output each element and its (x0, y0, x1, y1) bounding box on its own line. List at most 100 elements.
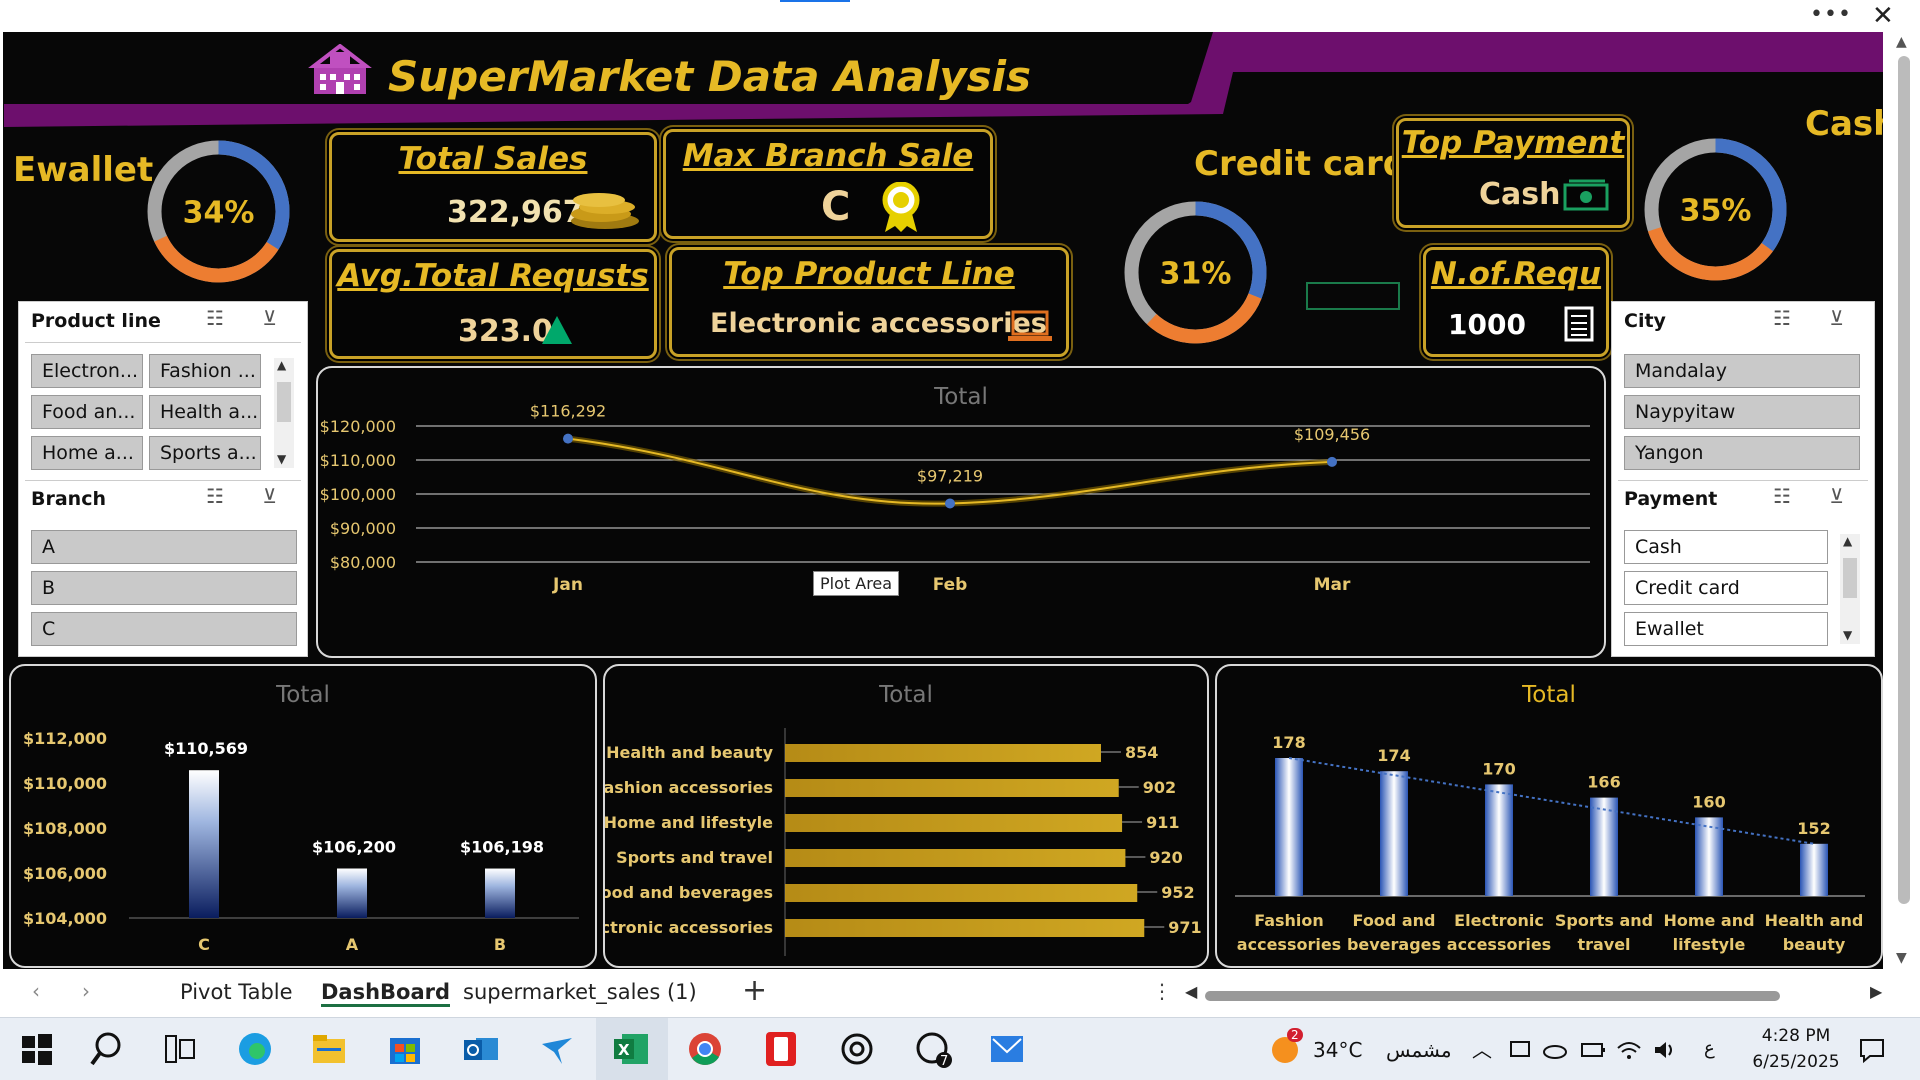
donut-percent-label: 31% (1160, 257, 1232, 292)
more-options-button[interactable]: ••• (1810, 2, 1852, 27)
y-tick-label: $104,000 (23, 909, 107, 928)
x-tick-label: Food and (1353, 911, 1436, 930)
data-label: 971 (1168, 918, 1201, 937)
scroll-up-icon[interactable]: ▲ (277, 358, 286, 372)
notifications-icon[interactable] (1858, 1036, 1886, 1064)
y-tick-label: Fashion accessories (605, 778, 773, 797)
x-tick-label: Feb (933, 575, 968, 595)
tab-dashboard[interactable]: DashBoard (321, 980, 451, 1007)
task-view-icon[interactable] (160, 1030, 198, 1068)
close-button[interactable]: ✕ (1872, 1, 1894, 31)
donut-percent-label: 34% (183, 196, 255, 231)
file-explorer-icon[interactable] (310, 1030, 348, 1068)
chevron-up-icon[interactable]: ︿ (1472, 1034, 1492, 1063)
bird-app-icon[interactable] (538, 1030, 576, 1068)
slicer-item-product[interactable]: Fashion ... (149, 354, 261, 388)
slicer-item-city[interactable]: Mandalay (1624, 354, 1860, 388)
plot-area-tooltip: Plot Area (813, 571, 900, 596)
slicer-clear-filter-icon[interactable]: ☷ ⊻ (206, 484, 293, 508)
x-tick-label: Electronic (1454, 911, 1544, 930)
column (1380, 771, 1408, 896)
data-label: 178 (1272, 733, 1305, 752)
prev-sheet-button[interactable]: ‹ (32, 979, 40, 1003)
scroll-left-icon[interactable]: ◀ (1185, 982, 1197, 1001)
x-tick-label: lifestyle (1673, 935, 1746, 954)
tab-pivot-table[interactable]: Pivot Table (180, 980, 293, 1004)
x-tick-label: beauty (1783, 935, 1846, 954)
product-hbar-chart-panel[interactable]: Total 854 Health and beauty 902 Fashion acc… (603, 664, 1209, 968)
chrome-icon[interactable] (686, 1030, 724, 1068)
next-sheet-button[interactable]: › (82, 979, 90, 1003)
search-icon[interactable] (88, 1030, 126, 1068)
scroll-down-icon[interactable]: ▼ (277, 452, 286, 466)
branch-bar-chart-panel[interactable]: Total $104,000 $106,000 $108,000 $110,000 $1… (9, 664, 597, 968)
scroll-down-icon[interactable]: ▼ (1896, 950, 1907, 966)
meet-now-icon[interactable] (1508, 1038, 1532, 1062)
horizontal-scrollbar-thumb[interactable] (1205, 991, 1780, 1001)
clock-date[interactable]: 6/25/2025 (1746, 1052, 1846, 1072)
wifi-icon[interactable] (1616, 1038, 1642, 1062)
column (1590, 797, 1618, 896)
slicer-item-product[interactable]: Home a... (31, 436, 143, 470)
scroll-right-icon[interactable]: ▶ (1870, 982, 1882, 1001)
outlook-icon[interactable] (462, 1030, 500, 1068)
laptop-icon (1008, 310, 1052, 341)
slicer-item-branch[interactable]: A (31, 530, 297, 564)
product-column-chart-panel[interactable]: Total 178 Fashion accessories 174 Food and be… (1215, 664, 1883, 968)
line-chart-panel[interactable]: Total $80,000 $90,000 $100,000 $110,000 $120… (316, 366, 1606, 658)
tab-supermarket-sales[interactable]: supermarket_sales (1) (463, 980, 697, 1004)
x-tick-label: accessories (1237, 935, 1341, 954)
slicer-item-city[interactable]: Naypyitaw (1624, 395, 1860, 429)
windows-taskbar: X 7 2 34°C مشمس ︿ ع 4:28 PM 6/25/2025 (0, 1017, 1920, 1080)
battery-icon[interactable] (1580, 1040, 1606, 1060)
data-label: 952 (1161, 883, 1194, 902)
input-language[interactable]: ع (1704, 1038, 1715, 1059)
slicer-multi-select-icon[interactable]: ☷ ⊻ (1773, 306, 1860, 330)
slicer-item-payment[interactable]: Ewallet (1624, 612, 1828, 646)
bar (785, 744, 1101, 762)
onedrive-icon[interactable] (1542, 1038, 1568, 1062)
volume-icon[interactable] (1652, 1038, 1678, 1062)
slicer-item-city[interactable]: Yangon (1624, 436, 1860, 470)
slicer-item-product[interactable]: Electron... (31, 354, 143, 388)
scroll-up-icon[interactable]: ▲ (1843, 534, 1852, 548)
tab-options-button[interactable]: ⋮ (1152, 979, 1172, 1003)
y-tick-label: $108,000 (23, 819, 107, 838)
slicer-title-city: City (1624, 310, 1666, 332)
edge-browser-icon[interactable] (236, 1030, 274, 1068)
mail-icon[interactable] (988, 1030, 1026, 1068)
slicer-clear-filter-icon[interactable]: ☷ ⊻ (1773, 484, 1860, 508)
slicer-scrollbar[interactable]: ▲ ▼ (1840, 534, 1860, 644)
add-sheet-button[interactable]: + (742, 973, 767, 1008)
slicer-item-product[interactable]: Sports a... (149, 436, 261, 470)
column (1695, 817, 1723, 896)
whatsapp-badge: 7 (940, 1054, 949, 1069)
data-label: 152 (1797, 819, 1830, 838)
data-label: 166 (1587, 773, 1620, 792)
chatgpt-icon[interactable] (838, 1030, 876, 1068)
vertical-scrollbar[interactable]: ▲ ▼ (1888, 32, 1920, 969)
slicer-item-payment[interactable]: Cash (1624, 530, 1828, 564)
data-label: 854 (1125, 743, 1158, 762)
clock-time[interactable]: 4:28 PM (1752, 1026, 1840, 1046)
slicer-item-payment[interactable]: Credit card (1624, 571, 1828, 605)
mobile-app-icon[interactable] (762, 1030, 800, 1068)
slicer-title-payment: Payment (1624, 488, 1718, 510)
slicer-item-branch[interactable]: C (31, 612, 297, 646)
slicer-multi-select-icon[interactable]: ☷ ⊻ (206, 306, 293, 330)
slicer-scrollbar[interactable]: ▲ ▼ (274, 358, 294, 468)
microsoft-store-icon[interactable] (386, 1030, 424, 1068)
slicer-item-product[interactable]: Food an... (31, 395, 143, 429)
slicer-item-branch[interactable]: B (31, 571, 297, 605)
slicer-item-product[interactable]: Health a... (149, 395, 261, 429)
windows-start-icon[interactable] (18, 1030, 56, 1068)
excel-icon[interactable]: X (612, 1030, 650, 1068)
data-label: $106,200 (312, 838, 396, 857)
y-tick-label: $106,000 (23, 864, 107, 883)
scrollbar-thumb[interactable] (1898, 56, 1910, 904)
x-tick-label: travel (1577, 935, 1630, 954)
scroll-up-icon[interactable]: ▲ (1896, 34, 1907, 50)
y-tick-label: $80,000 (330, 553, 396, 572)
selected-cell[interactable] (1306, 282, 1400, 310)
scroll-down-icon[interactable]: ▼ (1843, 628, 1852, 642)
